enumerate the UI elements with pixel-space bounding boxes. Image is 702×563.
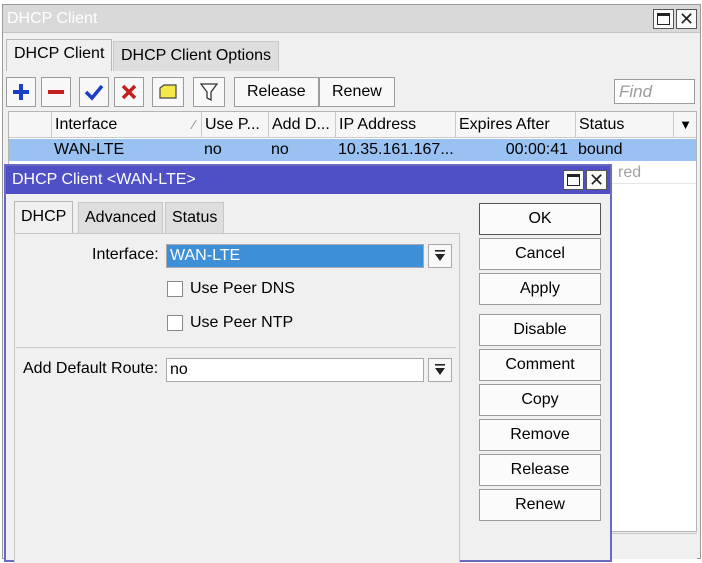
ok-button[interactable]: OK [479, 203, 601, 235]
dialog-tab-dhcp[interactable]: DHCP [14, 201, 74, 233]
dialog-close-button[interactable]: ✕ [586, 170, 607, 190]
filter-button[interactable] [193, 77, 225, 107]
column-ip-address[interactable]: IP Address [335, 112, 455, 138]
default-route-dropdown-button[interactable] [428, 358, 452, 382]
tab-dhcp-client[interactable]: DHCP Client [6, 39, 113, 71]
maximize-icon [657, 13, 670, 25]
comment-button[interactable]: Comment [479, 349, 601, 381]
column-interface[interactable]: Interface ⁄ [51, 112, 201, 138]
checkmark-icon [84, 84, 104, 101]
column-expires-after[interactable]: Expires After [455, 112, 575, 138]
dialog-titlebar: DHCP Client <WAN-LTE> ✕ [6, 166, 610, 194]
divider [16, 347, 456, 348]
triangle-down-icon: ▼ [679, 117, 692, 132]
x-cross-icon [121, 84, 137, 100]
dialog-tab-advanced[interactable]: Advanced [78, 202, 164, 233]
dhcp-client-dialog: DHCP Client <WAN-LTE> ✕ DHCP Advanced St… [4, 164, 612, 563]
column-status[interactable]: Status [575, 112, 673, 138]
cell-status: bound [578, 141, 623, 158]
close-icon: ✕ [588, 170, 605, 190]
renew-button[interactable]: Renew [479, 489, 601, 521]
cancel-button[interactable]: Cancel [479, 238, 601, 270]
cell-interface: WAN-LTE [54, 141, 125, 158]
cell-expires: 00:00:41 [505, 141, 568, 158]
column-interface-label: Interface [55, 116, 118, 133]
dialog-tab-status[interactable]: Status [165, 202, 225, 233]
maximize-button[interactable] [653, 9, 674, 29]
plus-icon [13, 84, 29, 100]
interface-label: Interface: [92, 246, 159, 263]
use-peer-ntp-checkbox[interactable] [167, 315, 183, 331]
dialog-maximize-button[interactable] [563, 170, 584, 190]
dialog-title: DHCP Client <WAN-LTE> [12, 171, 196, 188]
table-header: Interface ⁄ Use P... Add D... IP Address… [9, 112, 696, 138]
use-peer-dns-label: Use Peer DNS [190, 280, 295, 297]
remove-button[interactable]: Remove [479, 419, 601, 451]
column-selector[interactable] [9, 112, 51, 138]
disable-button[interactable]: Disable [479, 314, 601, 346]
release-button[interactable]: Release [479, 454, 601, 486]
renew-button[interactable]: Renew [319, 77, 395, 107]
copy-button[interactable]: Copy [479, 384, 601, 416]
add-button[interactable] [6, 77, 36, 107]
window-title: DHCP Client [7, 10, 98, 27]
dhcp-tab-panel: Interface: WAN-LTE Use Peer DNS Use Peer… [14, 233, 460, 563]
interface-select[interactable]: WAN-LTE [166, 244, 424, 268]
use-peer-ntp-label: Use Peer NTP [190, 314, 294, 331]
column-menu-button[interactable]: ▼ [673, 112, 697, 138]
enable-button[interactable] [79, 77, 109, 107]
minus-icon [48, 90, 64, 94]
table-row[interactable]: WAN-LTE no no 10.35.161.167... 00:00:41 … [9, 139, 696, 161]
sort-icon: ⁄ [192, 117, 195, 132]
default-route-label: Add Default Route: [23, 360, 159, 377]
close-icon: ✕ [678, 9, 695, 29]
tab-dhcp-client-options[interactable]: DHCP Client Options [113, 41, 279, 71]
interface-dropdown-button[interactable] [428, 244, 452, 268]
column-use-peer[interactable]: Use P... [201, 112, 268, 138]
cell-add-default: no [271, 141, 289, 158]
apply-button[interactable]: Apply [479, 273, 601, 305]
window-titlebar: DHCP Client ✕ [3, 5, 700, 33]
release-button[interactable]: Release [234, 77, 319, 107]
comment-button[interactable] [152, 77, 184, 107]
column-add-default[interactable]: Add D... [268, 112, 335, 138]
use-peer-dns-checkbox[interactable] [167, 281, 183, 297]
default-route-select[interactable]: no [166, 358, 424, 382]
disable-button[interactable] [114, 77, 144, 107]
cell-status: red [618, 164, 642, 181]
find-input[interactable]: Find [614, 79, 695, 104]
cell-ip-address: 10.35.161.167... [338, 141, 454, 158]
dropdown-arrow-icon [435, 250, 445, 261]
close-button[interactable]: ✕ [676, 9, 697, 29]
dropdown-arrow-icon [435, 364, 445, 375]
note-icon [159, 84, 177, 99]
remove-button[interactable] [41, 77, 71, 107]
maximize-icon [567, 174, 580, 186]
filter-icon [200, 83, 218, 102]
cell-use-peer: no [204, 141, 222, 158]
